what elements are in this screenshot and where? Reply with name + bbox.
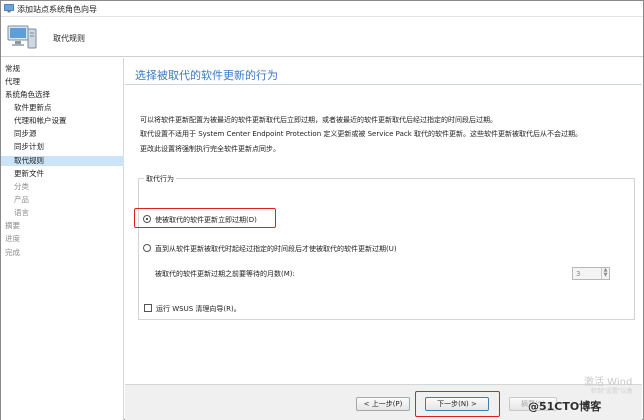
nav-item-role-selection[interactable]: 系统角色选择 (1, 90, 124, 100)
page-header: 取代规则 (1, 17, 643, 57)
site-watermark: @51CTO博客 (528, 400, 602, 413)
page-title: 选择被取代的软件更新的行为 (135, 69, 278, 82)
next-button[interactable]: 下一步(N) > (425, 397, 489, 411)
months-stepper[interactable]: 3 ▲ ▼ (572, 267, 610, 280)
option-immediate-label[interactable]: 使被取代的软件更新立即过期(D) (155, 215, 257, 225)
page-header-title: 取代规则 (53, 34, 85, 43)
radio-immediate-expire[interactable] (143, 215, 151, 223)
wsus-cleanup-label[interactable]: 运行 WSUS 清理向导(R)。 (156, 304, 241, 314)
wizard-window: 添加站点系统角色向导 取代规则 常规 代理 系统角色选择 软件更新点 代理和帐户… (0, 0, 644, 420)
computer-icon (4, 4, 14, 13)
nav-item-progress[interactable]: 进度 (1, 234, 124, 244)
radio-delayed-expire[interactable] (143, 244, 151, 252)
nav-item-classifications[interactable]: 分类 (1, 182, 124, 192)
nav-item-general[interactable]: 常规 (1, 64, 124, 74)
title-bar: 添加站点系统角色向导 (1, 1, 643, 17)
nav-item-languages[interactable]: 语言 (1, 208, 124, 218)
description-line-2: 取代设置不适用于 System Center Endpoint Protecti… (140, 130, 583, 138)
wsus-cleanup-checkbox[interactable] (144, 304, 152, 312)
description-line-1: 可以将软件更新配置为被最近的软件更新取代后立即过期，或者被最近的软件更新取代后经… (140, 116, 497, 124)
server-computer-icon (7, 25, 37, 49)
nav-item-sync-schedule[interactable]: 同步计划 (1, 142, 124, 152)
nav-item-supersedence-rules[interactable]: 取代规则 (1, 156, 124, 166)
months-value: 3 (576, 270, 581, 278)
option-delayed-label[interactable]: 直到从软件更新被取代时起经过指定的时间段后才使被取代的软件更新过期(U) (155, 244, 397, 254)
wizard-nav: 常规 代理 系统角色选择 软件更新点 代理和帐户设置 同步源 同步计划 取代规则… (1, 58, 124, 420)
nav-item-update-files[interactable]: 更新文件 (1, 169, 124, 179)
nav-item-products[interactable]: 产品 (1, 195, 124, 205)
window-title: 添加站点系统角色向导 (17, 5, 97, 14)
prev-button[interactable]: < 上一步(P) (356, 397, 410, 411)
main-content: 选择被取代的软件更新的行为 可以将软件更新配置为被最近的软件更新取代后立即过期，… (125, 58, 642, 384)
nav-item-software-update-point[interactable]: 软件更新点 (1, 103, 124, 113)
description-line-3: 更改此设置将强制执行完全软件更新点同步。 (140, 145, 280, 153)
nav-item-proxy[interactable]: 代理 (1, 77, 124, 87)
months-label: 被取代的软件更新过期之前要等待的月数(M): (155, 270, 295, 278)
group-label: 取代行为 (144, 174, 176, 184)
nav-item-proxy-account[interactable]: 代理和帐户设置 (1, 116, 124, 126)
activation-watermark-sub: 转到"设置"以激 (591, 388, 633, 395)
nav-item-completion[interactable]: 完成 (1, 248, 124, 258)
nav-item-summary[interactable]: 摘要 (1, 221, 124, 231)
nav-item-sync-source[interactable]: 同步源 (1, 129, 124, 139)
title-divider (125, 84, 642, 85)
stepper-arrows-icon[interactable]: ▲ ▼ (601, 268, 609, 279)
